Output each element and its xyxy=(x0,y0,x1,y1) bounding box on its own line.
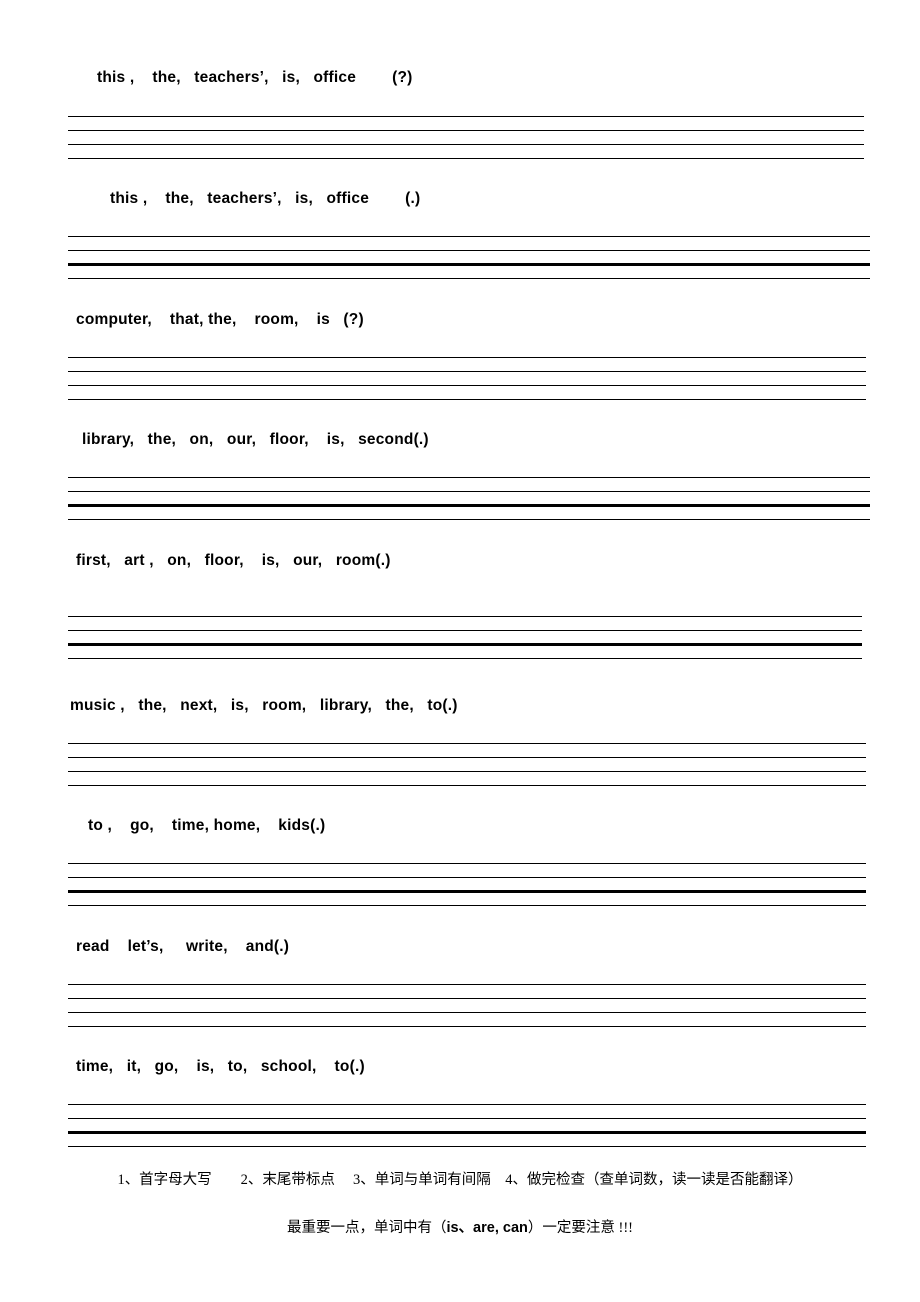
answer-line[interactable] xyxy=(68,144,864,145)
exercise-prompt: this , the, teachers’, is, office (.) xyxy=(110,190,421,207)
answer-line[interactable] xyxy=(68,1145,866,1147)
answer-line[interactable] xyxy=(68,1104,866,1105)
exercise-block: time, it, go, is, to, school, to(.) xyxy=(0,1057,920,1077)
answer-line[interactable] xyxy=(68,863,866,864)
answer-line[interactable] xyxy=(68,116,864,117)
answer-line[interactable] xyxy=(68,877,866,878)
answer-line[interactable] xyxy=(68,158,864,159)
answer-lines[interactable] xyxy=(68,616,862,659)
answer-lines[interactable] xyxy=(68,116,864,159)
footer-emphasis: 最重要一点，单词中有（is、are, can）一定要注意 !!! xyxy=(0,1216,920,1237)
answer-line[interactable] xyxy=(68,1012,866,1013)
answer-line[interactable] xyxy=(68,757,866,758)
worksheet-page: this , the, teachers’, is, office (?) th… xyxy=(0,0,920,1302)
answer-line[interactable] xyxy=(68,890,866,893)
exercise-block: read let’s, write, and(.) xyxy=(0,937,920,957)
answer-line[interactable] xyxy=(68,518,870,520)
answer-line[interactable] xyxy=(68,771,866,772)
exercise-block: music , the, next, is, room, library, th… xyxy=(0,696,920,716)
exercise-block: this , the, teachers’, is, office (?) xyxy=(0,68,920,88)
answer-lines[interactable] xyxy=(68,1104,866,1147)
footer-emphasis-latin: is、are, can xyxy=(446,1220,528,1236)
exercise-prompt: time, it, go, is, to, school, to(.) xyxy=(76,1058,365,1075)
answer-line[interactable] xyxy=(68,1026,866,1027)
answer-line[interactable] xyxy=(68,371,866,372)
footer-emphasis-prefix: 最重要一点，单词中有（ xyxy=(286,1220,447,1236)
answer-line[interactable] xyxy=(68,743,866,744)
exercise-block: computer, that, the, room, is (?) xyxy=(0,310,920,330)
exercise-prompt: to , go, time, home, kids(.) xyxy=(88,817,326,834)
answer-line[interactable] xyxy=(68,1131,866,1134)
answer-lines[interactable] xyxy=(68,863,866,906)
answer-line[interactable] xyxy=(68,399,866,400)
exercise-block: to , go, time, home, kids(.) xyxy=(0,816,920,836)
answer-line[interactable] xyxy=(68,785,866,786)
answer-lines[interactable] xyxy=(68,477,870,520)
answer-line[interactable] xyxy=(68,657,862,659)
footer-tips: 1、首字母大写 2、末尾带标点 3、单词与单词有间隔 4、做完检查（查单词数，读… xyxy=(117,1172,803,1188)
answer-lines[interactable] xyxy=(68,236,870,279)
answer-line[interactable] xyxy=(68,984,866,985)
answer-line[interactable] xyxy=(68,250,870,251)
answer-line[interactable] xyxy=(68,904,866,906)
answer-line[interactable] xyxy=(68,643,862,646)
exercise-prompt: music , the, next, is, room, library, th… xyxy=(70,697,458,714)
exercise-block: first, art , on, floor, is, our, room(.) xyxy=(0,551,920,571)
exercise-prompt: library, the, on, our, floor, is, second… xyxy=(82,431,429,448)
answer-line[interactable] xyxy=(68,236,870,237)
answer-line[interactable] xyxy=(68,263,870,266)
answer-line[interactable] xyxy=(68,616,862,617)
answer-line[interactable] xyxy=(68,504,870,507)
answer-line[interactable] xyxy=(68,630,862,631)
exercise-block: library, the, on, our, floor, is, second… xyxy=(0,430,920,450)
answer-line[interactable] xyxy=(68,491,870,492)
answer-lines[interactable] xyxy=(68,984,866,1027)
answer-lines[interactable] xyxy=(68,743,866,786)
answer-line[interactable] xyxy=(68,130,864,131)
answer-line[interactable] xyxy=(68,357,866,358)
exercise-prompt: first, art , on, floor, is, our, room(.) xyxy=(76,552,391,569)
exercise-block: this , the, teachers’, is, office (.) xyxy=(0,189,920,209)
answer-line[interactable] xyxy=(68,277,870,279)
exercise-prompt: computer, that, the, room, is (?) xyxy=(76,311,364,328)
answer-line[interactable] xyxy=(68,385,866,386)
answer-lines[interactable] xyxy=(68,357,866,400)
answer-line[interactable] xyxy=(68,477,870,478)
footer-emphasis-suffix: ）一定要注意 !!! xyxy=(527,1220,634,1236)
exercise-prompt: read let’s, write, and(.) xyxy=(76,938,290,955)
exercise-prompt: this , the, teachers’, is, office (?) xyxy=(97,69,413,86)
answer-line[interactable] xyxy=(68,998,866,999)
answer-line[interactable] xyxy=(68,1118,866,1119)
